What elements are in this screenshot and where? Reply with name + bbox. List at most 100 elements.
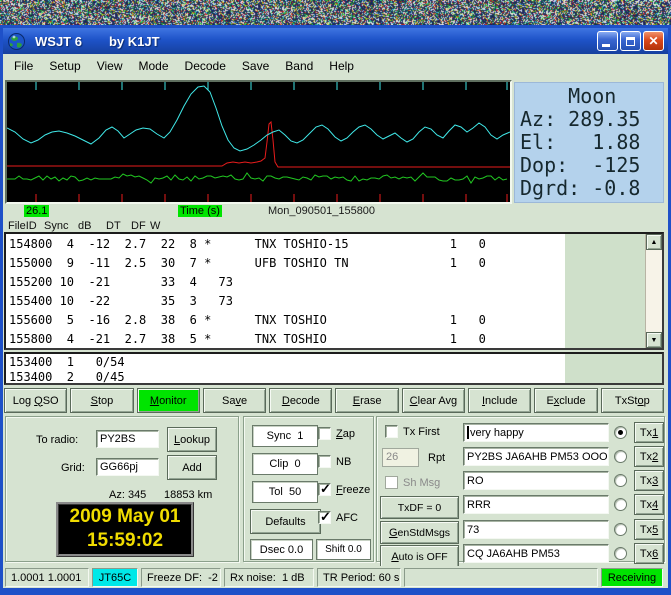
log-qso-button[interactable]: Log Q SO xyxy=(4,388,68,413)
maximize-icon xyxy=(626,36,635,46)
decode-button[interactable]: Decode xyxy=(269,388,333,413)
tx-first-checkbox-box[interactable] xyxy=(385,425,398,438)
tx5-button[interactable]: Tx 5 xyxy=(634,519,664,540)
rpt-input[interactable]: 26 xyxy=(382,448,419,467)
close-button[interactable]: ✕ xyxy=(643,31,664,51)
station-panel: To radio: PY2BS Lookup Grid: GG66pj Add … xyxy=(5,416,239,562)
tx2-button[interactable]: Tx 2 xyxy=(634,446,664,467)
txdf-button[interactable]: TxDF = 0 xyxy=(380,496,459,519)
tx-radio-6[interactable] xyxy=(614,547,627,560)
grid-input[interactable]: GG66pj xyxy=(96,458,159,476)
tx-message-input-5[interactable]: 73 xyxy=(463,520,609,539)
tx-message-input-3[interactable]: RO xyxy=(463,471,609,490)
title-bar[interactable]: WSJT 6 by K1JT ✕ xyxy=(3,28,668,54)
tx-radio-5[interactable] xyxy=(614,523,627,536)
menu-bar: File Setup View Mode Decode Save Band Help xyxy=(3,54,668,78)
tx-first-checkbox[interactable]: Tx First xyxy=(385,425,440,438)
clear-avg-button[interactable]: Clear Avg xyxy=(401,388,466,413)
azimuth-label: Az: 345 xyxy=(109,489,147,501)
save-button[interactable]: Sa v e xyxy=(202,388,267,413)
spectrum-trace xyxy=(7,85,510,152)
utc-clock: 2009 May 01 15:59:02 xyxy=(56,502,194,557)
decode-scrollbar[interactable]: ▲ ▼ xyxy=(645,234,662,348)
freeze-checkbox-box[interactable] xyxy=(318,481,331,497)
zap-checkbox[interactable]: Zap xyxy=(318,427,355,440)
clock-time: 15:59:02 xyxy=(86,530,164,551)
tx-message-input-6[interactable]: CQ JA6AHB PM53 xyxy=(463,544,609,563)
status-1-0001-1-0001: 1.0001 1.0001 xyxy=(5,568,89,587)
maximize-button[interactable] xyxy=(620,31,641,51)
menu-view[interactable]: View xyxy=(89,56,131,76)
tx6-button[interactable]: Tx 6 xyxy=(634,543,664,564)
window-title: WSJT 6 xyxy=(35,33,82,49)
include-button[interactable]: Include xyxy=(468,388,532,413)
tx-radio-1[interactable] xyxy=(614,426,627,439)
nb-checkbox[interactable]: NB xyxy=(318,455,351,468)
sync-control[interactable]: Sync 1 xyxy=(252,425,318,447)
tx-message-input-2[interactable]: PY2BS JA6AHB PM53 OOO xyxy=(463,447,609,466)
tx-radio-3[interactable] xyxy=(614,474,627,487)
exclude-button[interactable]: Ex clude xyxy=(534,388,598,413)
scroll-up-icon[interactable]: ▲ xyxy=(646,234,662,250)
tx-radio-2[interactable] xyxy=(614,450,627,463)
decode-text-area[interactable]: 154800 4 -12 2.7 22 8 * TNX TOSHIO-15 1 … xyxy=(4,232,664,350)
sh-msg-checkbox[interactable]: Sh Msg xyxy=(385,476,440,489)
tx3-button[interactable]: Tx 3 xyxy=(634,470,664,491)
nb-checkbox-box[interactable] xyxy=(318,455,331,468)
menu-decode[interactable]: Decode xyxy=(177,56,234,76)
zap-checkbox-box[interactable] xyxy=(318,427,331,440)
distance-label: 18853 km xyxy=(164,489,213,501)
decode-area-filler xyxy=(565,234,645,348)
tx4-button[interactable]: Tx 4 xyxy=(634,494,664,515)
txstop-button[interactable]: TxSt o p xyxy=(600,388,664,413)
menu-band[interactable]: Band xyxy=(277,56,321,76)
dsec-control[interactable]: Dsec 0.0 xyxy=(250,539,313,560)
tx1-button[interactable]: Tx 1 xyxy=(634,422,664,443)
menu-file[interactable]: File xyxy=(6,56,41,76)
gen-std-msgs-button[interactable]: GenStdMsgs xyxy=(380,521,459,544)
menu-help[interactable]: Help xyxy=(321,56,362,76)
tx-message-input-1[interactable]: very happy xyxy=(463,423,609,442)
add-button[interactable]: Add xyxy=(167,455,217,480)
status-jt65c: JT65C xyxy=(92,568,138,587)
freeze-label: Freeze xyxy=(336,483,371,496)
to-radio-input[interactable]: PY2BS xyxy=(96,430,159,448)
tx-radio-4[interactable] xyxy=(614,498,627,511)
status-rx-noise-1-db: Rx noise: 1 dB xyxy=(224,568,314,587)
defaults-button[interactable]: Defaults xyxy=(250,509,321,534)
recording-filename-label: Mon_090501_155800 xyxy=(268,205,376,217)
header-fileid: FileID xyxy=(8,220,37,232)
menu-mode[interactable]: Mode xyxy=(131,56,177,76)
scroll-down-icon[interactable]: ▼ xyxy=(646,332,662,348)
spectrum-graph[interactable] xyxy=(5,80,512,204)
shift-control[interactable]: Shift 0.0 xyxy=(316,539,371,560)
tx-first-label: Tx First xyxy=(403,425,440,438)
average-lines: 153400 1 0/54 153400 2 0/45 xyxy=(9,355,125,384)
erase-button[interactable]: Erase xyxy=(335,388,399,413)
zap-label: Zap xyxy=(336,427,355,440)
auto-button[interactable]: Auto is OFF xyxy=(380,545,459,568)
stop-button[interactable]: Stop xyxy=(70,388,134,413)
status-tr-period-60-s: TR Period: 60 s xyxy=(317,568,401,587)
minimize-button[interactable] xyxy=(597,31,618,51)
sh-msg-checkbox-box[interactable] xyxy=(385,476,398,489)
afc-checkbox-box[interactable] xyxy=(318,509,331,525)
average-text-area[interactable]: 153400 1 0/54 153400 2 0/45 xyxy=(4,352,664,385)
afc-checkbox[interactable]: AFC xyxy=(318,509,358,525)
close-icon: ✕ xyxy=(648,34,659,48)
monitor-button[interactable]: Monitor xyxy=(136,388,200,413)
tx-message-input-4[interactable]: RRR xyxy=(463,495,609,514)
wsjt-window: WSJT 6 by K1JT ✕ File Setup View Mode Decode… xyxy=(0,25,671,595)
freeze-checkbox[interactable]: Freeze xyxy=(318,481,371,497)
decode-column-headers: FileID Sync dB DT DF W xyxy=(3,220,668,232)
menu-save[interactable]: Save xyxy=(234,56,277,76)
menu-setup[interactable]: Setup xyxy=(41,56,88,76)
app-globe-icon xyxy=(8,32,25,50)
clip-control[interactable]: Clip 0 xyxy=(252,453,318,475)
header-sync: Sync xyxy=(44,220,69,232)
header-w: W xyxy=(150,220,161,232)
tol-control[interactable]: Tol 50 xyxy=(252,481,318,503)
status-freeze-df-2: Freeze DF: -2 xyxy=(141,568,221,587)
text-caret xyxy=(467,426,469,439)
lookup-button[interactable]: Lookup xyxy=(167,427,217,452)
